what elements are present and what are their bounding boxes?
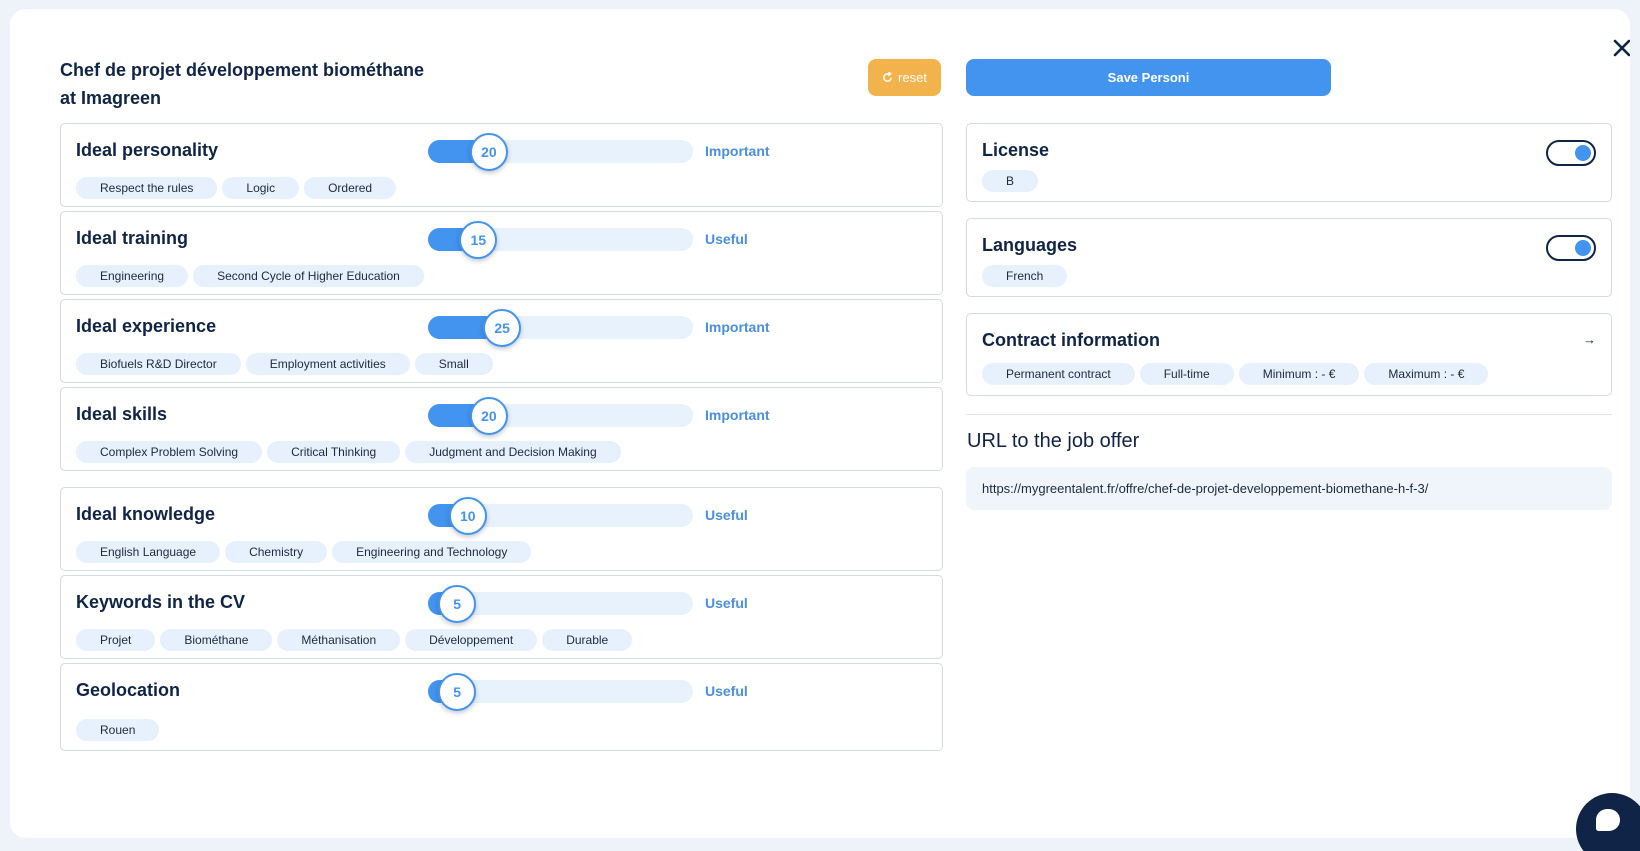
- tag-list: English Language Chemistry Engineering a…: [76, 541, 532, 563]
- tag: Projet: [76, 629, 156, 651]
- tag: Permanent contract: [982, 363, 1135, 385]
- personalization-modal: Chef de projet développement biométhane …: [10, 9, 1630, 838]
- tag: Minimum : - €: [1238, 363, 1360, 385]
- importance-label: Useful: [705, 507, 748, 523]
- tag: Judgment and Decision Making: [405, 441, 621, 463]
- tag-list: Rouen: [76, 719, 160, 741]
- criterion-title: Ideal knowledge: [76, 504, 216, 524]
- slider-knob[interactable]: 5: [438, 585, 477, 623]
- criterion-title: Keywords in the CV: [76, 592, 246, 612]
- weight-slider[interactable]: 15: [428, 221, 693, 259]
- tag: Second Cycle of Higher Education: [193, 265, 424, 287]
- tag: Engineering: [76, 265, 189, 287]
- importance-label: Useful: [705, 683, 748, 699]
- tag: Ordered: [304, 177, 397, 199]
- slider-knob[interactable]: 5: [438, 673, 477, 711]
- close-icon: [1613, 39, 1630, 57]
- criterion-card-personality: Ideal personality 20 Important Respect t…: [60, 123, 943, 207]
- tag: Méthanisation: [277, 629, 401, 651]
- reset-button[interactable]: reset: [868, 59, 941, 96]
- tag: Durable: [542, 629, 633, 651]
- weight-slider[interactable]: 20: [428, 397, 693, 435]
- save-button[interactable]: Save Personi: [966, 59, 1331, 96]
- tag-list: B: [982, 170, 1039, 192]
- criterion-title: Ideal experience: [76, 316, 217, 336]
- license-toggle[interactable]: [1546, 140, 1596, 166]
- criterion-card-skills: Ideal skills 20 Important Complex Proble…: [60, 387, 943, 471]
- weight-slider[interactable]: 10: [428, 497, 693, 535]
- tag-list: Biofuels R&D Director Employment activit…: [76, 353, 493, 375]
- tag: Biométhane: [160, 629, 273, 651]
- slider-knob[interactable]: 25: [483, 309, 522, 347]
- importance-label: Useful: [705, 231, 748, 247]
- slider-knob[interactable]: 10: [448, 497, 487, 535]
- tag: Développement: [405, 629, 538, 651]
- tag: French: [982, 265, 1068, 287]
- criterion-card-keywords: Keywords in the CV 5 Useful Projet Biomé…: [60, 575, 943, 659]
- languages-toggle[interactable]: [1546, 235, 1596, 261]
- chat-bubble-icon: [1596, 809, 1620, 831]
- tag-list: Projet Biométhane Méthanisation Développ…: [76, 629, 633, 651]
- criterion-card-geolocation: Geolocation 5 Useful Rouen: [60, 663, 943, 751]
- criterion-card-training: Ideal training 15 Useful Engineering Sec…: [60, 211, 943, 295]
- tag-list: French: [982, 265, 1068, 287]
- tag: Engineering and Technology: [332, 541, 532, 563]
- divider: [966, 414, 1612, 415]
- criterion-title: Ideal skills: [76, 404, 168, 424]
- reset-label: reset: [898, 70, 927, 85]
- tag: Employment activities: [245, 353, 410, 375]
- weight-slider[interactable]: 5: [428, 585, 693, 623]
- tag: Complex Problem Solving: [76, 441, 263, 463]
- toggle-knob: [1575, 145, 1591, 161]
- languages-card: Languages French: [966, 218, 1612, 297]
- slider-knob[interactable]: 15: [459, 221, 498, 259]
- tag: Logic: [222, 177, 300, 199]
- criterion-title: Ideal training: [76, 228, 189, 248]
- refresh-icon: [883, 72, 892, 82]
- tag: Small: [414, 353, 493, 375]
- contract-info-title: Contract information: [982, 330, 1160, 350]
- importance-label: Important: [705, 143, 770, 159]
- criterion-card-experience: Ideal experience 25 Important Biofuels R…: [60, 299, 943, 383]
- tag: Respect the rules: [76, 177, 218, 199]
- license-title: License: [982, 140, 1050, 160]
- criterion-title: Ideal personality: [76, 140, 219, 160]
- weight-slider[interactable]: 5: [428, 673, 693, 711]
- tag: Chemistry: [225, 541, 328, 563]
- tag: B: [982, 170, 1039, 192]
- job-url-field[interactable]: https://mygreentalent.fr/offre/chef-de-p…: [966, 467, 1612, 510]
- slider-knob[interactable]: 20: [469, 397, 508, 435]
- tag: Full-time: [1139, 363, 1234, 385]
- tag-list: Engineering Second Cycle of Higher Educa…: [76, 265, 424, 287]
- tag: Biofuels R&D Director: [76, 353, 241, 375]
- languages-title: Languages: [982, 235, 1078, 255]
- tag-list: Complex Problem Solving Critical Thinkin…: [76, 441, 621, 463]
- slider-knob[interactable]: 20: [469, 133, 508, 171]
- job-title-line2: at Imagreen: [60, 88, 162, 108]
- tag: Rouen: [76, 719, 160, 741]
- arrow-right-icon[interactable]: →: [1583, 332, 1596, 347]
- url-heading: URL to the job offer: [967, 430, 1140, 452]
- criterion-card-knowledge: Ideal knowledge 10 Useful English Langua…: [60, 487, 943, 571]
- toggle-knob: [1575, 240, 1591, 256]
- job-title-line1: Chef de projet développement biométhane: [60, 60, 425, 80]
- license-card: License B: [966, 123, 1612, 202]
- criterion-title: Geolocation: [76, 680, 181, 700]
- importance-label: Useful: [705, 595, 748, 611]
- job-title: Chef de projet développement biométhane …: [60, 56, 480, 112]
- importance-label: Important: [705, 319, 770, 335]
- close-button[interactable]: [1607, 33, 1630, 63]
- tag: Maximum : - €: [1364, 363, 1489, 385]
- tag: English Language: [76, 541, 221, 563]
- tag-list: Permanent contract Full-time Minimum : -…: [982, 363, 1489, 385]
- weight-slider[interactable]: 25: [428, 309, 693, 347]
- weight-slider[interactable]: 20: [428, 133, 693, 171]
- importance-label: Important: [705, 407, 770, 423]
- tag: Critical Thinking: [267, 441, 401, 463]
- contract-info-card[interactable]: Contract information → Permanent contrac…: [966, 313, 1612, 396]
- tag-list: Respect the rules Logic Ordered: [76, 177, 397, 199]
